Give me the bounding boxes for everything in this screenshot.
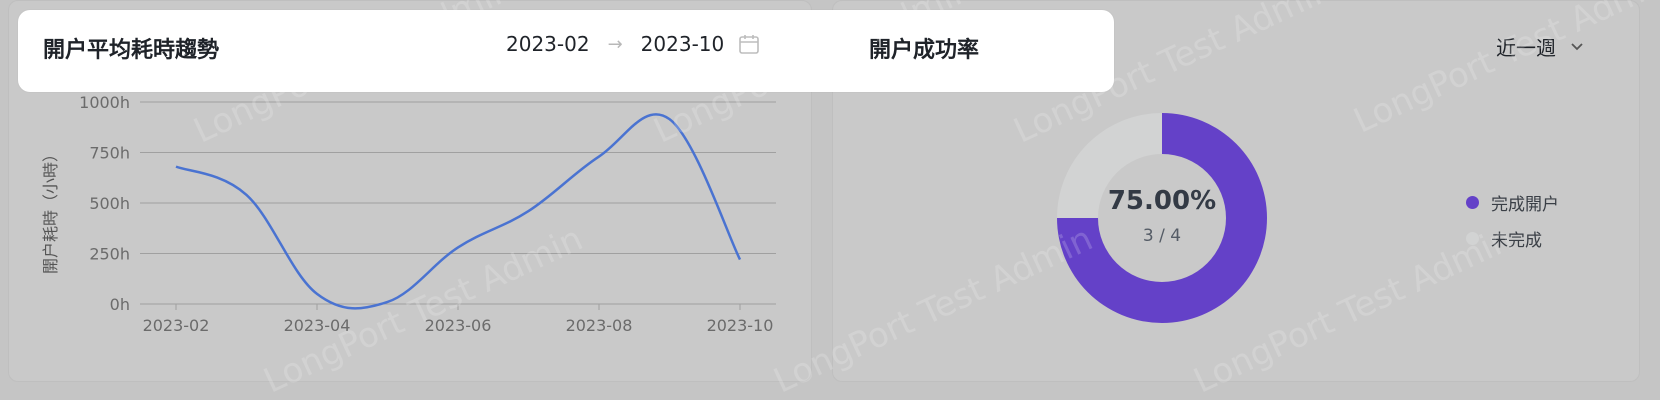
success-rate-donut-chart [1057, 113, 1267, 323]
avg-time-line-chart: 0h 250h 500h 750h 1000h 2023-02 2023-04 2023-06… [41, 93, 776, 335]
legend-label: 完成開户 [1491, 194, 1559, 215]
y-tick-label: 750h [89, 144, 130, 163]
success-rate-count: 3 / 4 [1142, 226, 1182, 246]
chevron-down-icon[interactable] [1570, 42, 1584, 52]
success-rate-title: 開户成功率 [869, 38, 980, 63]
x-tick-label: 2023-06 [425, 316, 492, 335]
x-tick-label: 2023-10 [707, 316, 774, 335]
y-tick-label: 1000h [79, 93, 130, 112]
y-tick-label: 500h [89, 194, 130, 213]
y-axis-label: 開户耗時（小時） [41, 146, 60, 274]
legend-dot-icon [1466, 195, 1479, 209]
legend-item[interactable]: 完成開户 [1466, 184, 1559, 220]
y-tick-label: 0h [110, 295, 130, 314]
period-select[interactable]: 近一週 [1496, 32, 1584, 61]
x-tick-label: 2023-02 [143, 316, 210, 335]
legend-dot-icon [1466, 231, 1479, 245]
x-tick-label: 2023-08 [566, 316, 633, 335]
y-tick-label: 250h [89, 245, 130, 264]
success-rate-legend: 完成開户 未完成 [1466, 184, 1559, 256]
period-select-value[interactable]: 近一週 [1496, 32, 1556, 61]
x-tick-label: 2023-04 [284, 316, 351, 335]
trend-line [175, 113, 742, 310]
success-rate-percentage: 75.00% [1107, 186, 1217, 216]
legend-item[interactable]: 未完成 [1466, 220, 1559, 256]
legend-label: 未完成 [1491, 230, 1542, 251]
